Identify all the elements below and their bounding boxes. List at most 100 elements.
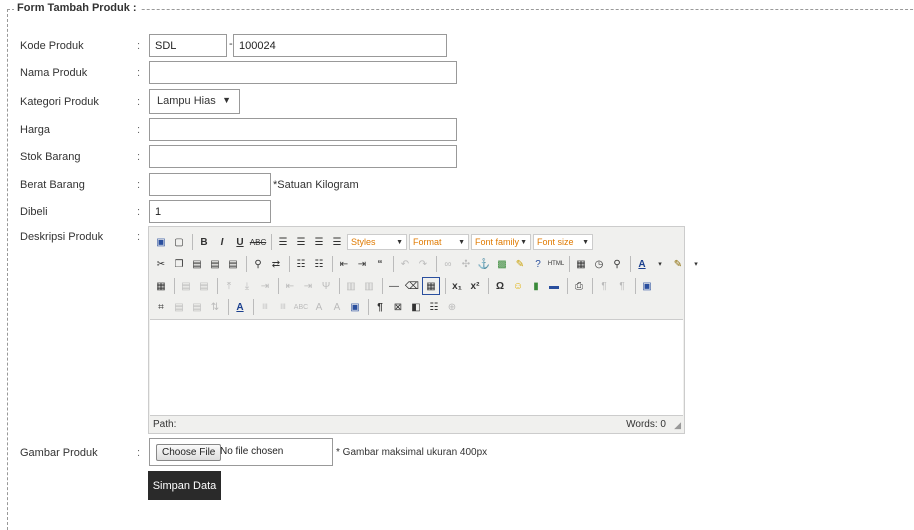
subscript-icon[interactable]: x₁ [449,278,465,294]
toolbar-separator [278,278,279,294]
delete-col-icon[interactable]: Ψ [318,278,334,294]
table-icon[interactable]: ▦ [153,278,169,294]
kode-prefix-input[interactable] [149,34,227,57]
del-icon[interactable]: A [311,299,327,315]
chevron-down-icon[interactable]: ▾ [652,256,668,272]
attribs-icon[interactable]: ▣ [347,299,363,315]
italic-icon[interactable]: I [214,234,230,250]
harga-input[interactable] [149,118,457,141]
absolute-icon[interactable]: ⇅ [207,299,223,315]
anchor-icon[interactable]: ⚓ [476,256,492,272]
pagebreak-icon[interactable]: ⊕ [444,299,460,315]
unlink-icon[interactable]: ✣ [458,256,474,272]
format-dropdown[interactable]: Format ▼ [409,234,469,250]
ins-icon[interactable]: A [329,299,345,315]
align-right-icon[interactable]: ☰ [311,234,327,250]
label-dibeli: Dibeli [20,206,48,218]
styles-dropdown[interactable]: Styles ▼ [347,234,407,250]
cleanup-icon[interactable]: ✎ [512,256,528,272]
highlight-color-icon[interactable]: ✎ [670,256,686,272]
split-cells-icon[interactable]: ▥ [343,278,359,294]
abbr-icon[interactable]: ǀǀǀ [275,299,291,315]
nonbreaking-icon[interactable]: ◧ [408,299,424,315]
resize-handle-icon[interactable]: ◢ [674,420,681,431]
insert-layer-icon[interactable]: ⌗ [153,299,169,315]
align-justify-icon[interactable]: ☰ [329,234,345,250]
insert-col-before-icon[interactable]: ⇤ [282,278,298,294]
align-center-icon[interactable]: ☰ [293,234,309,250]
emoticon-icon[interactable]: ☺ [510,278,526,294]
merge-cells-icon[interactable]: ▥ [361,278,377,294]
link-icon[interactable]: ∞ [440,256,456,272]
paste-word-icon[interactable]: ▤ [225,256,241,272]
visual-aid-icon[interactable]: ▦ [422,277,440,295]
font-size-dropdown[interactable]: Font size ▼ [533,234,593,250]
print-icon[interactable]: ⎙ [571,278,587,294]
numbered-list-icon[interactable]: ☷ [311,256,327,272]
template-icon[interactable]: ☷ [426,299,442,315]
insert-row-after-icon[interactable]: ⤓ [239,278,255,294]
find-icon[interactable]: ⚲ [250,256,266,272]
outdent-icon[interactable]: ⇤ [336,256,352,272]
fullscreen-icon[interactable]: ▣ [639,278,655,294]
indent-icon[interactable]: ⇥ [354,256,370,272]
move-backward-icon[interactable]: ▤ [189,299,205,315]
delete-row-icon[interactable]: ⇥ [257,278,273,294]
cell-props-icon[interactable]: ▤ [196,278,212,294]
insert-row-before-icon[interactable]: ⤒ [221,278,237,294]
html-icon[interactable]: HTML [548,256,564,272]
choose-file-button[interactable]: Choose File [156,444,222,461]
chevron-down-icon: ▼ [222,95,231,105]
new-document-icon[interactable]: ▢ [171,234,187,250]
editor-toolbar-row-4: ⌗ ▤ ▤ ⇅ A ǀǀǀ ǀǀǀ ABC A A ▣ ¶ ⊠ ◧ ☷ ⊕ [153,297,462,317]
horizontal-rule-icon[interactable]: — [386,278,402,294]
kode-number-input[interactable] [233,34,447,57]
blockquote-icon[interactable]: “ [372,256,388,272]
image-icon[interactable]: ▩ [494,256,510,272]
toolbar-separator [253,299,254,315]
dibeli-input[interactable] [149,200,271,223]
kategori-select[interactable]: Lampu Hias ▼ [149,89,240,114]
preview-icon[interactable]: ⚲ [609,256,625,272]
bullet-list-icon[interactable]: ☷ [293,256,309,272]
media-icon[interactable]: ▮ [528,278,544,294]
insert-col-after-icon[interactable]: ⇥ [300,278,316,294]
visual-chars-icon[interactable]: ⊠ [390,299,406,315]
move-forward-icon[interactable]: ▤ [171,299,187,315]
show-blocks-icon[interactable]: ¶ [372,299,388,315]
special-char-icon[interactable]: Ω [492,278,508,294]
styleprops-icon[interactable]: A [232,299,248,315]
insert-time-icon[interactable]: ◷ [591,256,607,272]
font-family-dropdown[interactable]: Font family ▼ [471,234,531,250]
stok-barang-input[interactable] [149,145,457,168]
copy-icon[interactable]: ❐ [171,256,187,272]
redo-icon[interactable]: ↷ [415,256,431,272]
acronym-icon[interactable]: ABC [293,299,309,315]
row-props-icon[interactable]: ▤ [178,278,194,294]
paste-text-icon[interactable]: ▤ [207,256,223,272]
nama-produk-input[interactable] [149,61,457,84]
ltr-icon[interactable]: ¶ [596,278,612,294]
bold-icon[interactable]: B [196,234,212,250]
file-input[interactable]: Choose File No file chosen [149,438,333,466]
rtl-icon[interactable]: ¶ [614,278,630,294]
undo-icon[interactable]: ↶ [397,256,413,272]
underline-icon[interactable]: U [232,234,248,250]
superscript-icon[interactable]: x² [467,278,483,294]
insert-date-icon[interactable]: ▦ [573,256,589,272]
replace-icon[interactable]: ⇄ [268,256,284,272]
chevron-down-icon[interactable]: ▾ [688,256,704,272]
save-icon[interactable]: ▣ [153,234,169,250]
align-left-icon[interactable]: ☰ [275,234,291,250]
advanced-hr-icon[interactable]: ▬ [546,278,562,294]
strikethrough-icon[interactable]: ABC [250,234,266,250]
berat-barang-input[interactable] [149,173,271,196]
cite-icon[interactable]: ǀǀǀ [257,299,273,315]
remove-format-icon[interactable]: ⌫ [404,278,420,294]
help-icon[interactable]: ? [530,256,546,272]
paste-icon[interactable]: ▤ [189,256,205,272]
cut-icon[interactable]: ✂ [153,256,169,272]
simpan-data-button[interactable]: Simpan Data [148,471,221,500]
editor-content-area[interactable] [150,319,683,416]
text-color-icon[interactable]: A [634,256,650,272]
